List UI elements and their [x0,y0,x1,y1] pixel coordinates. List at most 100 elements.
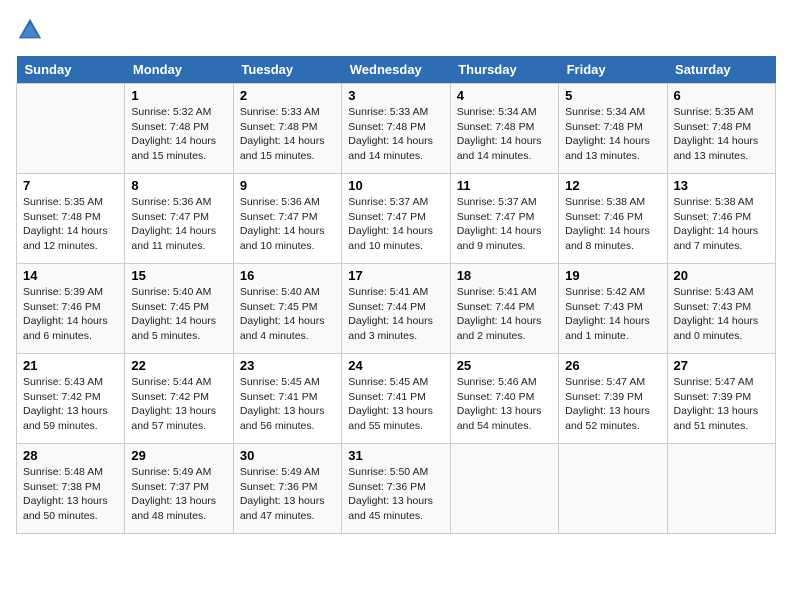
week-row-4: 21 Sunrise: 5:43 AM Sunset: 7:42 PM Dayli… [17,354,776,444]
day-info: Sunrise: 5:43 AM Sunset: 7:43 PM Dayligh… [674,285,769,344]
day-info: Sunrise: 5:35 AM Sunset: 7:48 PM Dayligh… [23,195,118,254]
day-info: Sunrise: 5:36 AM Sunset: 7:47 PM Dayligh… [240,195,335,254]
day-number: 25 [457,358,552,373]
calendar-table: SundayMondayTuesdayWednesdayThursdayFrid… [16,56,776,534]
day-info: Sunrise: 5:47 AM Sunset: 7:39 PM Dayligh… [674,375,769,434]
day-info: Sunrise: 5:36 AM Sunset: 7:47 PM Dayligh… [131,195,226,254]
weekday-header-monday: Monday [125,56,233,84]
week-row-5: 28 Sunrise: 5:48 AM Sunset: 7:38 PM Dayli… [17,444,776,534]
day-number: 21 [23,358,118,373]
calendar-cell: 16Sunrise: 5:40 AM Sunset: 7:45 PM Dayli… [233,264,341,354]
day-number: 16 [240,268,335,283]
calendar-cell: 23Sunrise: 5:45 AM Sunset: 7:41 PM Dayli… [233,354,341,444]
day-number: 30 [240,448,335,463]
calendar-cell: 5Sunrise: 5:34 AM Sunset: 7:48 PM Daylig… [559,84,667,174]
day-number: 14 [23,268,118,283]
day-info: Sunrise: 5:33 AM Sunset: 7:48 PM Dayligh… [240,105,335,164]
day-info: Sunrise: 5:43 AM Sunset: 7:42 PM Dayligh… [23,375,118,434]
day-info: Sunrise: 5:41 AM Sunset: 7:44 PM Dayligh… [348,285,443,344]
calendar-cell: 10 Sunrise: 5:37 AM Sunset: 7:47 PM Dayli… [342,174,450,264]
day-info: Sunrise: 5:48 AM Sunset: 7:38 PM Dayligh… [23,465,118,524]
day-number: 9 [240,178,335,193]
day-number: 6 [674,88,769,103]
calendar-cell: 15Sunrise: 5:40 AM Sunset: 7:45 PM Dayli… [125,264,233,354]
day-info: Sunrise: 5:40 AM Sunset: 7:45 PM Dayligh… [131,285,226,344]
weekday-header-thursday: Thursday [450,56,558,84]
calendar-cell: 6 Sunrise: 5:35 AM Sunset: 7:48 PM Daylig… [667,84,775,174]
calendar-cell: 17 Sunrise: 5:41 AM Sunset: 7:44 PM Dayli… [342,264,450,354]
day-number: 24 [348,358,443,373]
day-number: 7 [23,178,118,193]
day-info: Sunrise: 5:35 AM Sunset: 7:48 PM Dayligh… [674,105,769,164]
day-info: Sunrise: 5:39 AM Sunset: 7:46 PM Dayligh… [23,285,118,344]
calendar-cell: 14 Sunrise: 5:39 AM Sunset: 7:46 PM Dayli… [17,264,125,354]
calendar-cell: 1 Sunrise: 5:32 AM Sunset: 7:48 PM Daylig… [125,84,233,174]
calendar-cell [559,444,667,534]
weekday-header-row: SundayMondayTuesdayWednesdayThursdayFrid… [17,56,776,84]
calendar-cell: 4 Sunrise: 5:34 AM Sunset: 7:48 PM Daylig… [450,84,558,174]
calendar-cell: 28 Sunrise: 5:48 AM Sunset: 7:38 PM Dayli… [17,444,125,534]
weekday-header-wednesday: Wednesday [342,56,450,84]
day-number: 26 [565,358,660,373]
day-number: 13 [674,178,769,193]
calendar-cell: 9 Sunrise: 5:36 AM Sunset: 7:47 PM Daylig… [233,174,341,264]
day-number: 3 [348,88,443,103]
calendar-cell: 27Sunrise: 5:47 AM Sunset: 7:39 PM Dayli… [667,354,775,444]
day-number: 18 [457,268,552,283]
day-info: Sunrise: 5:44 AM Sunset: 7:42 PM Dayligh… [131,375,226,434]
calendar-cell: 13 Sunrise: 5:38 AM Sunset: 7:46 PM Dayli… [667,174,775,264]
calendar-cell: 25Sunrise: 5:46 AM Sunset: 7:40 PM Dayli… [450,354,558,444]
day-number: 8 [131,178,226,193]
calendar-cell [17,84,125,174]
day-number: 29 [131,448,226,463]
day-number: 10 [348,178,443,193]
week-row-3: 14 Sunrise: 5:39 AM Sunset: 7:46 PM Dayli… [17,264,776,354]
calendar-cell: 19Sunrise: 5:42 AM Sunset: 7:43 PM Dayli… [559,264,667,354]
day-number: 12 [565,178,660,193]
day-info: Sunrise: 5:41 AM Sunset: 7:44 PM Dayligh… [457,285,552,344]
day-number: 19 [565,268,660,283]
calendar-cell: 2 Sunrise: 5:33 AM Sunset: 7:48 PM Daylig… [233,84,341,174]
day-info: Sunrise: 5:37 AM Sunset: 7:47 PM Dayligh… [457,195,552,254]
day-number: 28 [23,448,118,463]
logo-icon [16,16,44,44]
calendar-cell: 7 Sunrise: 5:35 AM Sunset: 7:48 PM Daylig… [17,174,125,264]
week-row-1: 1 Sunrise: 5:32 AM Sunset: 7:48 PM Daylig… [17,84,776,174]
calendar-cell: 3 Sunrise: 5:33 AM Sunset: 7:48 PM Daylig… [342,84,450,174]
calendar-cell: 24Sunrise: 5:45 AM Sunset: 7:41 PM Dayli… [342,354,450,444]
calendar-cell: 20 Sunrise: 5:43 AM Sunset: 7:43 PM Dayli… [667,264,775,354]
day-number: 5 [565,88,660,103]
day-info: Sunrise: 5:49 AM Sunset: 7:37 PM Dayligh… [131,465,226,524]
weekday-header-saturday: Saturday [667,56,775,84]
day-info: Sunrise: 5:50 AM Sunset: 7:36 PM Dayligh… [348,465,443,524]
week-row-2: 7 Sunrise: 5:35 AM Sunset: 7:48 PM Daylig… [17,174,776,264]
day-number: 22 [131,358,226,373]
day-number: 1 [131,88,226,103]
calendar-cell: 29 Sunrise: 5:49 AM Sunset: 7:37 PM Dayli… [125,444,233,534]
logo [16,16,48,44]
day-info: Sunrise: 5:32 AM Sunset: 7:48 PM Dayligh… [131,105,226,164]
day-number: 2 [240,88,335,103]
day-number: 11 [457,178,552,193]
calendar-cell: 22 Sunrise: 5:44 AM Sunset: 7:42 PM Dayli… [125,354,233,444]
weekday-header-tuesday: Tuesday [233,56,341,84]
weekday-header-sunday: Sunday [17,56,125,84]
day-info: Sunrise: 5:33 AM Sunset: 7:48 PM Dayligh… [348,105,443,164]
day-number: 4 [457,88,552,103]
calendar-cell: 11 Sunrise: 5:37 AM Sunset: 7:47 PM Dayli… [450,174,558,264]
weekday-header-friday: Friday [559,56,667,84]
day-info: Sunrise: 5:45 AM Sunset: 7:41 PM Dayligh… [240,375,335,434]
calendar-cell [667,444,775,534]
calendar-cell [450,444,558,534]
calendar-cell: 26Sunrise: 5:47 AM Sunset: 7:39 PM Dayli… [559,354,667,444]
day-number: 20 [674,268,769,283]
day-info: Sunrise: 5:49 AM Sunset: 7:36 PM Dayligh… [240,465,335,524]
day-info: Sunrise: 5:37 AM Sunset: 7:47 PM Dayligh… [348,195,443,254]
day-info: Sunrise: 5:34 AM Sunset: 7:48 PM Dayligh… [457,105,552,164]
calendar-cell: 18 Sunrise: 5:41 AM Sunset: 7:44 PM Dayli… [450,264,558,354]
day-info: Sunrise: 5:38 AM Sunset: 7:46 PM Dayligh… [674,195,769,254]
calendar-cell: 8 Sunrise: 5:36 AM Sunset: 7:47 PM Daylig… [125,174,233,264]
day-info: Sunrise: 5:38 AM Sunset: 7:46 PM Dayligh… [565,195,660,254]
day-number: 31 [348,448,443,463]
day-number: 17 [348,268,443,283]
